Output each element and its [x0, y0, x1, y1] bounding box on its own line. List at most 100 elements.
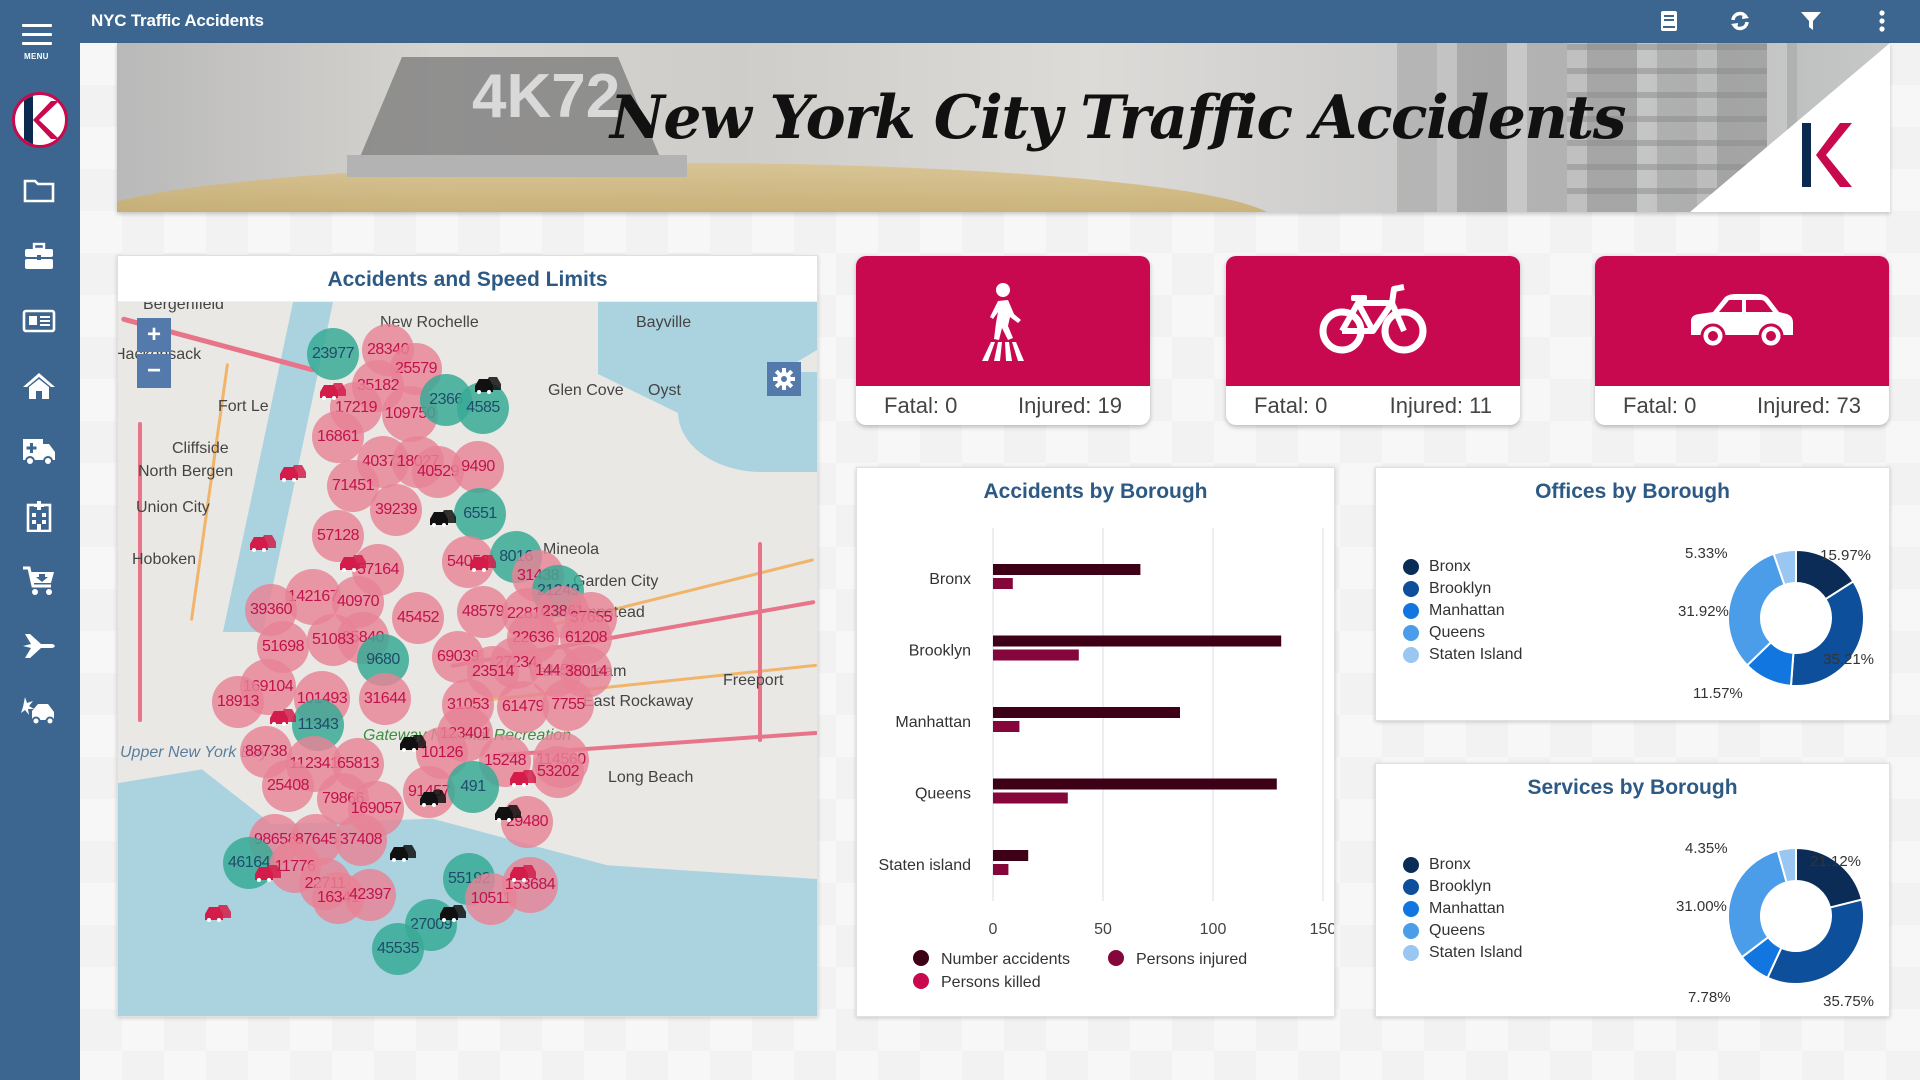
legend-label: Manhattan [1429, 900, 1505, 917]
car-card[interactable]: Fatal: 0 Injured: 73 [1595, 256, 1889, 425]
car-crash-marker-icon[interactable] [493, 802, 523, 827]
filter-icon[interactable] [1798, 8, 1824, 34]
legend-label[interactable]: Number accidents [941, 951, 1070, 968]
map-cluster-marker[interactable]: 16861 [312, 411, 364, 463]
car-crash-marker-icon[interactable] [388, 842, 418, 867]
sidebar-item-home[interactable] [18, 366, 60, 406]
map-cluster-marker[interactable]: 9490 [452, 441, 504, 493]
donut-slice[interactable] [1789, 580, 1865, 687]
legend-item[interactable]: Bronx [1403, 556, 1522, 578]
donut-slice[interactable] [1727, 849, 1788, 959]
more-vertical-icon[interactable] [1869, 8, 1895, 34]
legend-item[interactable]: Staten Island [1403, 644, 1522, 666]
bar-persons-injured[interactable] [993, 721, 1020, 732]
legend-marker [1403, 945, 1419, 961]
slice-value-label: 4.35% [1685, 840, 1728, 857]
legend-label[interactable]: Persons injured [1136, 951, 1247, 968]
legend-item[interactable]: Queens [1403, 622, 1522, 644]
sidebar-item-car-crash[interactable] [18, 691, 60, 731]
bicycle-icon [1319, 284, 1427, 354]
car-crash-marker-icon[interactable] [268, 706, 298, 731]
legend-marker [1403, 603, 1419, 619]
car-crash-marker-icon[interactable] [398, 732, 428, 757]
map-cluster-marker[interactable]: 51083 [307, 614, 359, 666]
bar-number-accidents[interactable] [993, 707, 1180, 718]
map-cluster-marker[interactable]: 6551 [454, 488, 506, 540]
car-icon [1691, 294, 1793, 349]
sidebar-item-hospital[interactable] [18, 496, 60, 536]
refresh-icon[interactable] [1727, 8, 1753, 34]
car-crash-marker-icon[interactable] [428, 507, 458, 532]
sidebar-item-cart[interactable] [18, 561, 60, 601]
car-crash-marker-icon[interactable] [248, 532, 278, 557]
bar-number-accidents[interactable] [993, 635, 1282, 647]
menu-button[interactable]: MENU [18, 22, 60, 64]
slice-value-label: 15.97% [1820, 547, 1871, 564]
bar-number-accidents[interactable] [993, 778, 1277, 790]
map-cluster-marker[interactable]: 25408 [262, 760, 314, 812]
company-logo[interactable] [12, 92, 68, 148]
fatal-count: Fatal: 0 [1623, 392, 1697, 418]
car-crash-marker-icon[interactable] [338, 552, 368, 577]
car-crash-marker-icon[interactable] [508, 862, 538, 887]
zoom-in-button[interactable]: + [137, 318, 171, 352]
car-crash-marker-icon[interactable] [438, 902, 468, 927]
legend-item[interactable]: Brooklyn [1403, 578, 1522, 600]
donut-slice[interactable] [1766, 898, 1865, 985]
legend-item[interactable]: Bronx [1403, 854, 1522, 876]
legend-item[interactable]: Manhattan [1403, 600, 1522, 622]
bar-number-accidents[interactable] [993, 564, 1141, 575]
car-crash-marker-icon[interactable] [418, 787, 448, 812]
sidebar-item-ambulance[interactable] [18, 431, 60, 471]
map-cluster-marker[interactable]: 45452 [392, 592, 444, 644]
bar-persons-injured[interactable] [993, 864, 1009, 875]
car-crash-marker-icon[interactable] [318, 380, 348, 405]
car-crash-marker-icon[interactable] [278, 462, 308, 487]
car-crash-marker-icon[interactable] [468, 552, 498, 577]
car-crash-marker-icon[interactable] [253, 862, 283, 887]
map-cluster-marker[interactable]: 7755 [542, 679, 594, 731]
map-cluster-marker[interactable]: 53202 [532, 746, 584, 798]
legend-label: Staten Island [1429, 646, 1523, 663]
sidebar-item-briefcase[interactable] [18, 236, 60, 276]
legend-item[interactable]: Queens [1403, 920, 1522, 942]
sidebar-item-folder[interactable] [18, 170, 60, 210]
car-crash-marker-icon[interactable] [473, 374, 503, 399]
banner-headline: New York City Traffic Accidents [610, 83, 1627, 153]
bicycle-card[interactable]: Fatal: 0 Injured: 11 [1226, 256, 1520, 425]
sidebar-item-newspaper[interactable] [18, 301, 60, 341]
map-cluster-marker[interactable]: 18913 [212, 676, 264, 728]
legend-label[interactable]: Persons killed [941, 974, 1041, 991]
sidebar-item-flights[interactable] [18, 626, 60, 666]
map-cluster-marker[interactable]: 37408 [335, 814, 387, 866]
bar-persons-injured[interactable] [993, 578, 1013, 589]
map-cluster-marker[interactable]: 491 [447, 761, 499, 813]
legend-item[interactable]: Staten Island [1403, 942, 1522, 964]
map-cluster-marker[interactable]: 45535 [372, 923, 424, 975]
bar-persons-injured[interactable] [993, 649, 1079, 661]
map-cluster-marker[interactable]: 42397 [344, 869, 396, 921]
car-crash-marker-icon[interactable] [508, 767, 538, 792]
map-settings-button[interactable] [767, 362, 801, 396]
legend-item[interactable]: Brooklyn [1403, 876, 1522, 898]
map-canvas[interactable]: BergenfieldNew RochelleBayvilleHackensac… [118, 302, 817, 1016]
bar-persons-injured[interactable] [993, 792, 1068, 804]
pedestrian-icon [982, 283, 1024, 361]
map-cluster-marker[interactable]: 39239 [370, 484, 422, 536]
map-place-label: Freeport [723, 672, 784, 689]
car-crash-marker-icon[interactable] [203, 902, 233, 927]
card-stats: Fatal: 0 Injured: 19 [856, 386, 1150, 425]
zoom-out-button[interactable]: − [137, 354, 171, 388]
map-cluster-marker[interactable]: 23977 [307, 328, 359, 380]
folder-icon [23, 179, 55, 203]
legend-marker [1403, 559, 1419, 575]
map-cluster-marker[interactable]: 31644 [359, 673, 411, 725]
bar-number-accidents[interactable] [993, 850, 1029, 861]
pedestrian-card[interactable]: Fatal: 0 Injured: 19 [856, 256, 1150, 425]
map-place-label: Bergenfield [143, 302, 224, 313]
book-icon[interactable] [1656, 8, 1682, 34]
offices-donut-chart: 15.97% 35.21% 11.57% 31.92% 5.33% [1678, 545, 1874, 702]
legend-item[interactable]: Manhattan [1403, 898, 1522, 920]
top-bar: NYC Traffic Accidents [0, 0, 1920, 43]
map-title: Accidents and Speed Limits [327, 268, 608, 291]
